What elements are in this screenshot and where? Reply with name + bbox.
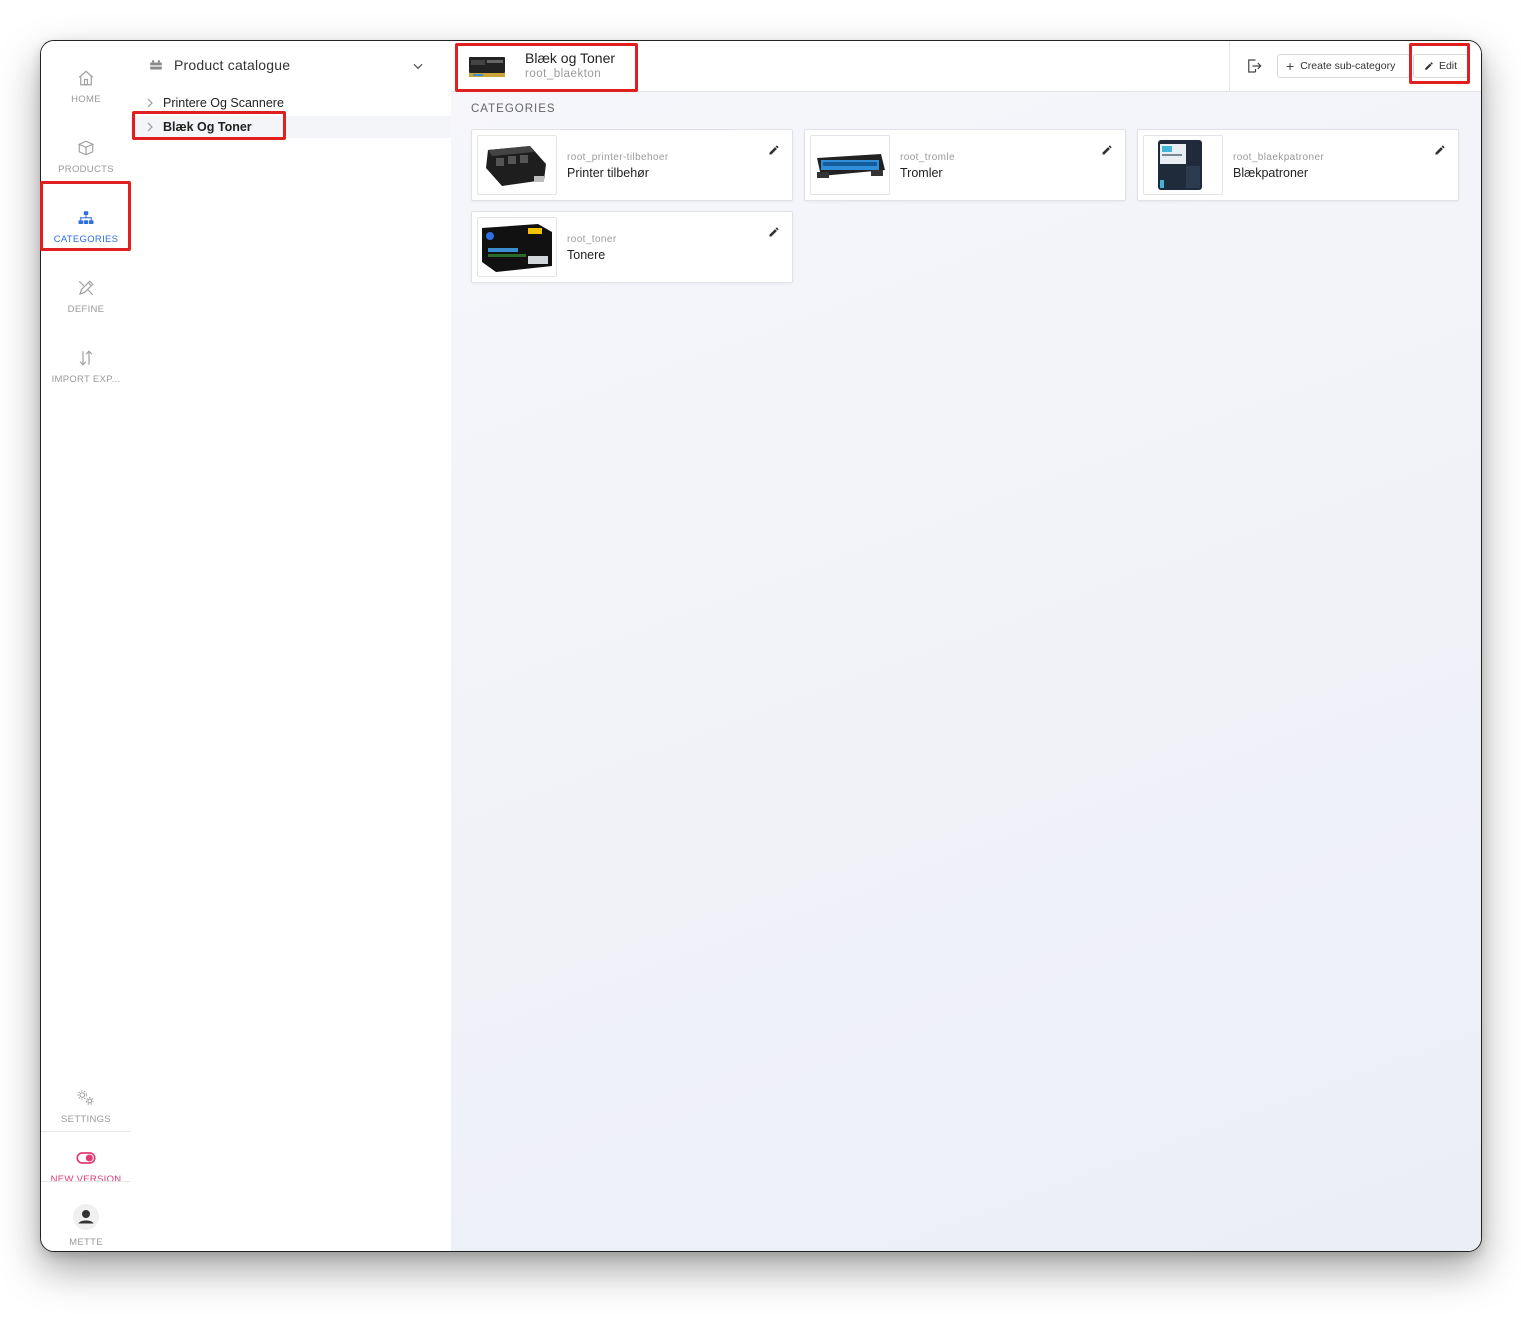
pencil-icon (1425, 62, 1433, 70)
category-header: Blæk og Toner root_blaekton + Create sub… (451, 41, 1481, 92)
tree-node-label: Blæk Og Toner (163, 120, 252, 134)
home-icon (76, 68, 96, 88)
pencil-icon[interactable] (1434, 143, 1446, 155)
rail-item-label: DEFINE (67, 303, 105, 315)
category-card-image (477, 135, 557, 195)
category-card-code: root_blaekpatroner (1233, 152, 1325, 163)
toggle-icon (76, 1148, 96, 1168)
categories-section-title: CATEGORIES (471, 103, 556, 115)
pencil-icon[interactable] (768, 225, 780, 237)
category-card-toner[interactable]: root_toner Tonere (471, 211, 793, 283)
catalogue-icon (149, 59, 165, 75)
category-card-tromle[interactable]: root_tromle Tromler (804, 129, 1126, 201)
rail-item-label: HOME (71, 93, 101, 105)
rail-item-new-version[interactable]: NEW VERSION (41, 1135, 131, 1197)
create-sub-category-button[interactable]: + Create sub-category (1277, 54, 1410, 78)
hierarchy-icon (76, 208, 96, 228)
category-card-code: root_tromle (900, 152, 955, 163)
edit-button[interactable]: Edit (1413, 54, 1468, 78)
category-card-name: Blækpatroner (1233, 166, 1309, 180)
page-title: Blæk og Toner (525, 50, 616, 66)
main-content: Blæk og Toner root_blaekton + Create sub… (451, 41, 1481, 1251)
rail-item-user[interactable]: METTE (41, 1191, 131, 1251)
rail-item-label: NEW VERSION (50, 1173, 122, 1185)
rail-item-define[interactable]: DEFINE (41, 265, 131, 327)
rail-item-label: IMPORT EXP... (51, 373, 121, 385)
rail-item-label: METTE (69, 1236, 103, 1248)
box-icon (76, 138, 96, 158)
chevron-right-icon[interactable] (145, 97, 155, 109)
header-divider (1229, 41, 1230, 91)
swap-vertical-icon (76, 348, 96, 368)
category-thumbnail (467, 51, 507, 81)
category-card-blaekpatroner[interactable]: root_blaekpatroner Blækpatroner (1137, 129, 1459, 201)
category-card-image (810, 135, 890, 195)
tree-node-printere-og-scannere[interactable]: Printere Og Scannere (131, 92, 451, 114)
category-code: root_blaekton (525, 68, 602, 80)
chevron-down-icon[interactable] (411, 59, 425, 73)
export-icon[interactable] (1245, 57, 1263, 75)
left-rail: HOME PRODUCTS CATEGORIES DEFINE IMPORT E… (41, 41, 132, 1251)
edit-label: Edit (1438, 60, 1458, 72)
rail-divider (41, 1181, 131, 1182)
rail-item-products[interactable]: PRODUCTS (41, 125, 131, 187)
rail-item-categories[interactable]: CATEGORIES (41, 195, 131, 257)
app-window: HOME PRODUCTS CATEGORIES DEFINE IMPORT E… (40, 40, 1482, 1252)
category-card-name: Printer tilbehør (567, 166, 649, 180)
user-avatar-icon (72, 1203, 100, 1231)
plus-icon: + (1286, 58, 1295, 74)
pencil-icon[interactable] (768, 143, 780, 155)
rail-item-label: CATEGORIES (53, 233, 119, 245)
category-card-image (1143, 135, 1223, 195)
catalogue-title: Product catalogue (174, 57, 291, 73)
rail-divider (41, 1131, 131, 1132)
rail-item-home[interactable]: HOME (41, 55, 131, 117)
catalogue-selector[interactable]: Product catalogue (131, 41, 451, 93)
category-card-code: root_printer-tilbehoer (567, 152, 669, 163)
tree-node-label: Printere Og Scannere (163, 96, 284, 110)
rail-item-settings[interactable]: SETTINGS (41, 1075, 131, 1137)
create-sub-category-label: Create sub-category (1300, 60, 1396, 72)
category-card-name: Tonere (567, 248, 606, 262)
category-card-name: Tromler (900, 166, 943, 180)
rail-item-import-export[interactable]: IMPORT EXP... (41, 335, 131, 397)
category-card-image (477, 217, 557, 277)
chevron-right-icon[interactable] (145, 121, 155, 133)
pencil-ruler-icon (76, 278, 96, 298)
rail-item-label: SETTINGS (61, 1113, 111, 1125)
rail-item-label: PRODUCTS (58, 163, 114, 175)
tree-node-blaek-og-toner[interactable]: Blæk Og Toner (131, 116, 451, 138)
category-tree-panel: Product catalogue Printere Og Scannere B… (131, 41, 452, 1251)
pencil-icon[interactable] (1101, 143, 1113, 155)
gears-icon (76, 1088, 96, 1108)
category-card-code: root_toner (567, 234, 617, 245)
category-card-printer-tilbehoer[interactable]: root_printer-tilbehoer Printer tilbehør (471, 129, 793, 201)
